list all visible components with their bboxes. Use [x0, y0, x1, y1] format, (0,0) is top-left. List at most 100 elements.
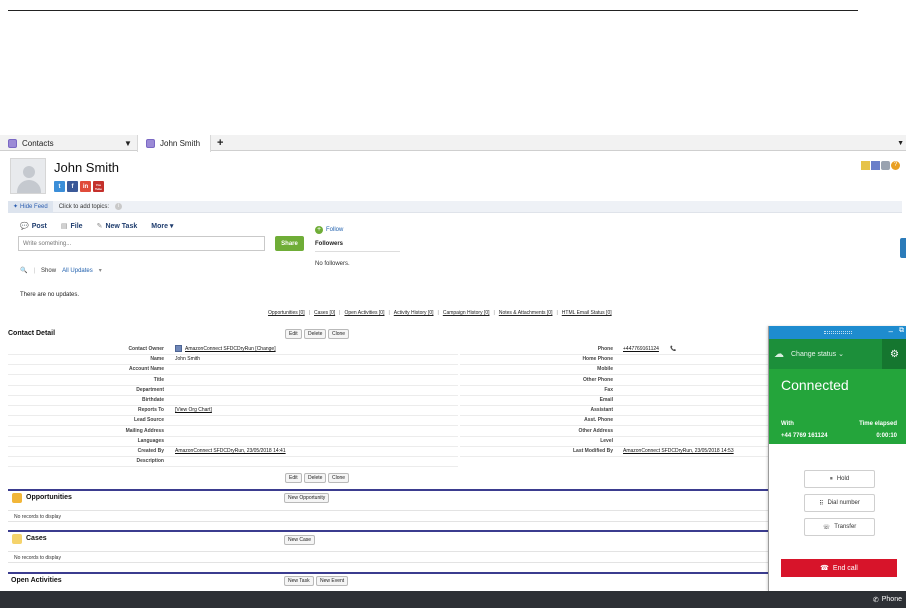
twitter-icon[interactable]: t [54, 181, 65, 192]
delete-button[interactable]: Delete [304, 329, 327, 339]
change-status-dropdown[interactable]: Change status ⌄ [791, 350, 844, 358]
add-tab-button[interactable]: + [217, 135, 223, 151]
field-label: Asst. Phone [584, 417, 613, 424]
related-link-campaign-history[interactable]: Campaign History [0] [443, 310, 490, 316]
feed-icon: ✦ [13, 204, 19, 210]
row-divider [460, 354, 770, 355]
gear-icon[interactable]: ⚙ [882, 339, 906, 369]
topics-help-icon[interactable]: i [115, 203, 123, 210]
crown-icon [12, 493, 22, 503]
no-followers-text: No followers. [315, 261, 350, 267]
row-divider [460, 435, 770, 437]
end-call-button[interactable]: ☎ End call [781, 559, 897, 577]
popout-icon[interactable]: ⧉ [899, 327, 904, 335]
field-value[interactable]: AmazonConnect SFDCDryRun, 23/05/2018 14:… [623, 448, 734, 454]
related-link-opportunities[interactable]: Opportunities [0] [268, 310, 305, 316]
tab-john-smith-label: John Smith [160, 139, 201, 148]
follow-link[interactable]: + Follow [315, 226, 343, 234]
row-divider [8, 445, 458, 447]
status-bar[interactable]: ☁ Change status ⌄ ⚙ [769, 339, 906, 369]
click-to-dial-icon[interactable]: 📞 [670, 346, 676, 352]
row-divider [460, 415, 770, 417]
facebook-icon[interactable]: f [67, 181, 78, 192]
tab-contacts-dropdown[interactable]: ▼ [121, 135, 135, 151]
clone-button-bottom[interactable]: Clone [328, 473, 350, 483]
tab-contacts[interactable]: Contacts [0, 135, 119, 151]
header-tools: ? [861, 161, 900, 170]
field-label: Other Address [578, 427, 613, 434]
related-link-cases[interactable]: Cases [0] [314, 310, 335, 316]
call-state-panel: Connected With Time elapsed +44 7769 161… [769, 369, 906, 444]
related-list-links: Opportunities [0] | Cases [0] | Open Activ… [268, 310, 612, 316]
phone-label: Phone [881, 596, 902, 603]
tab-john-smith[interactable]: John Smith [137, 135, 211, 152]
youtube-icon[interactable]: You Tube [93, 181, 104, 192]
feed-bar: ✦ Hide Feed Click to add topics: i [8, 200, 902, 213]
dial-number-button[interactable]: ⠿ Dial number [804, 494, 875, 512]
post-label: Post [31, 223, 47, 230]
field-label: Level [600, 437, 613, 444]
new-task-button[interactable]: New Task [284, 576, 314, 586]
related-link-open-activities[interactable]: Open Activities [0] [344, 310, 384, 316]
customize-page-icon[interactable] [871, 161, 880, 170]
new-event-button[interactable]: New Event [316, 576, 349, 586]
minimize-icon[interactable]: – [889, 327, 893, 336]
field-value[interactable]: AmazonConnect SFDCDryRun [Change] [185, 346, 276, 352]
softphone-titlebar[interactable]: – ⧉ [769, 326, 906, 339]
chevron-down-icon[interactable]: ▾ [99, 267, 102, 274]
show-label: Show [41, 267, 57, 274]
folder-icon [12, 534, 22, 544]
tab-navigator-dropdown[interactable]: ▼ [897, 135, 904, 151]
footer-bar: ✆ Phone [0, 591, 906, 608]
help-icon[interactable]: ? [891, 161, 900, 170]
share-button[interactable]: Share [275, 236, 304, 251]
file-label: File [70, 223, 83, 230]
field-value[interactable]: [View Org Chart] [175, 407, 212, 413]
add-topics-link[interactable]: Click to add topics: [59, 204, 109, 210]
post-icon: 💬 [20, 223, 29, 230]
feed-search-icon[interactable]: 🔍 [20, 267, 27, 274]
time-elapsed-value: 0:00:10 [876, 433, 897, 439]
transfer-button[interactable]: ☏ Transfer [804, 518, 875, 536]
related-link-activity-history[interactable]: Activity History [0] [394, 310, 434, 316]
phone-footer-button[interactable]: ✆ Phone [873, 591, 902, 608]
field-label: Description [136, 458, 164, 465]
post-input[interactable]: Write something... [18, 236, 265, 251]
end-call-label: End call [832, 564, 858, 572]
publisher-tab-new-task[interactable]: ✎ New Task [97, 222, 138, 230]
edit-button[interactable]: Edit [285, 329, 302, 339]
field-value[interactable]: AmazonConnect SFDCDryRun, 23/05/2018 14:… [175, 448, 286, 454]
publisher-tab-post[interactable]: 💬 Post [20, 222, 47, 230]
publisher-more-menu[interactable]: More ▾ [151, 222, 173, 230]
feed-filter: 🔍 | Show All Updates ▾ [20, 267, 102, 275]
follow-plus-icon: + [315, 226, 323, 234]
softphone-panel: – ⧉ ☁ Change status ⌄ ⚙ Connected With T… [768, 326, 906, 591]
clone-button[interactable]: Clone [328, 329, 350, 339]
edit-button-bottom[interactable]: Edit [285, 473, 302, 483]
delete-button-bottom[interactable]: Delete [304, 473, 327, 483]
side-panel-toggle[interactable] [900, 238, 906, 258]
task-icon: ✎ [96, 223, 103, 230]
change-status-label: Change status [791, 351, 837, 358]
edit-layout-icon[interactable] [861, 161, 870, 170]
field-label: Home Phone [582, 356, 613, 363]
field-value[interactable]: +447769161124 [623, 346, 659, 352]
social-links: t f in You Tube [54, 181, 104, 192]
linkedin-icon[interactable]: in [80, 181, 91, 192]
caller-number: +44 7769 161124 [781, 433, 828, 439]
new-case-button[interactable]: New Case [284, 535, 316, 545]
new-opportunity-button[interactable]: New Opportunity [284, 493, 330, 503]
hold-button[interactable]: ⏸ Hold [804, 470, 875, 488]
related-link-notes[interactable]: Notes & Attachments [0] [499, 310, 553, 316]
hide-feed-button[interactable]: ✦ Hide Feed [8, 200, 53, 213]
show-filter-dropdown[interactable]: All Updates [62, 268, 93, 274]
related-link-html-email[interactable]: HTML Email Status [0] [562, 310, 612, 316]
opportunities-empty: No records to display [8, 510, 770, 522]
print-icon[interactable] [881, 161, 890, 170]
field-label: Birthdate [142, 397, 164, 403]
publisher-tab-file[interactable]: ▤ File [61, 222, 83, 230]
publisher-tabs: 💬 Post ▤ File ✎ New Task More ▾ [20, 222, 173, 230]
owner-avatar-icon [175, 345, 182, 352]
field-label: Mobile [597, 366, 613, 373]
drag-handle[interactable] [824, 331, 852, 334]
